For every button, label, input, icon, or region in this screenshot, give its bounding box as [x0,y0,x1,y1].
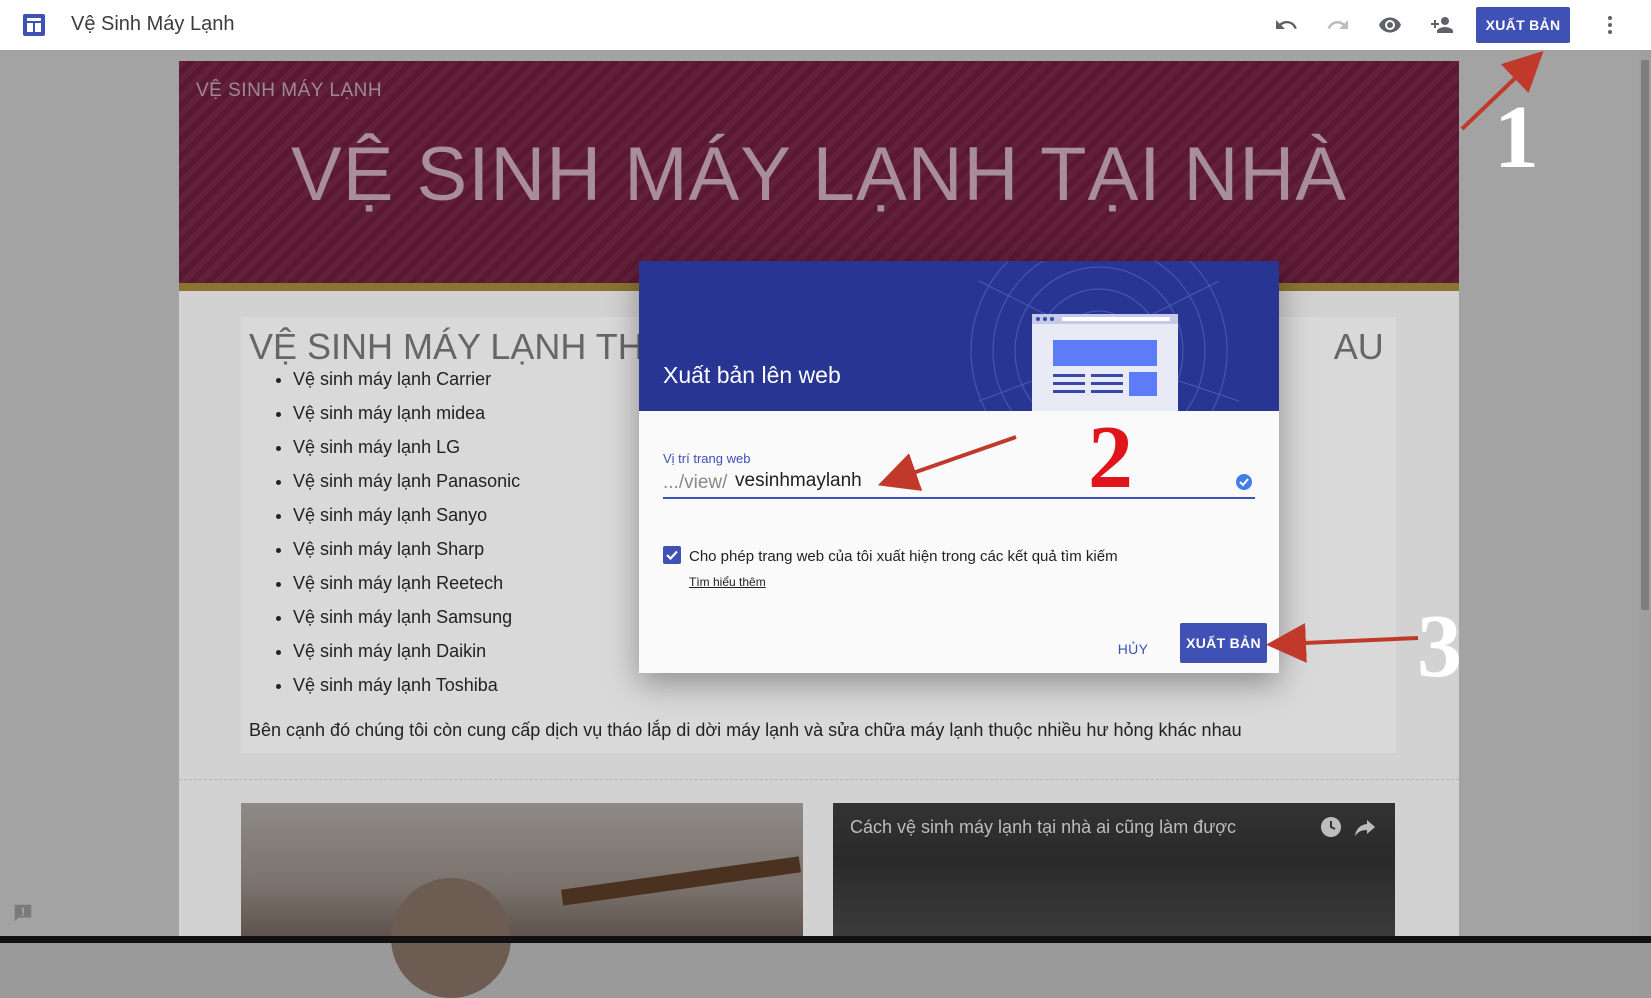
body-paragraph: Bên cạnh đó chúng tôi còn cung cấp dịch … [249,720,1242,740]
web-illustration-icon [970,261,1240,411]
section-divider [179,779,1459,780]
document-title[interactable]: Vệ Sinh Máy Lạnh [71,13,234,36]
scrollbar-thumb[interactable] [1641,60,1649,610]
site-header-banner: VỆ SINH MÁY LẠNH VỆ SINH MÁY LẠNH TẠI NH… [179,61,1459,291]
checkmark-icon [666,550,678,561]
step-3-label: 3 [1417,597,1462,696]
list-item: Vệ sinh máy lạnh Sanyo [293,498,520,532]
search-visibility-label[interactable]: Cho phép trang web của tôi xuất hiện tro… [689,548,1118,565]
search-visibility-checkbox[interactable] [663,546,681,564]
list-item: Vệ sinh máy lạnh Reetech [293,566,520,600]
preview-icon[interactable] [1378,13,1402,37]
step-1-label: 1 [1494,88,1539,187]
site-url-prefix: .../view/ [663,472,728,493]
watch-later-icon[interactable] [1319,815,1343,839]
video-title[interactable]: Cách vệ sinh máy lạnh tại nhà ai cũng là… [850,817,1236,838]
dialog-publish-button[interactable]: XUẤT BẢN [1180,623,1267,663]
list-item: Vệ sinh máy lạnh Daikin [293,634,520,668]
redo-icon[interactable] [1326,13,1350,37]
site-url-input[interactable] [735,470,1215,492]
list-item: Vệ sinh máy lạnh midea [293,396,520,430]
sites-logo-icon[interactable] [22,13,46,37]
learn-more-link[interactable]: Tìm hiểu thêm [689,575,766,589]
video-embed[interactable]: Cách vệ sinh máy lạnh tại nhà ai cũng là… [833,803,1395,943]
dialog-header: Xuất bản lên web [639,261,1279,411]
brand-list: Vệ sinh máy lạnh Carrier Vệ sinh máy lạn… [273,362,520,702]
valid-check-icon [1236,474,1252,490]
share-arrow-icon[interactable] [1353,815,1377,839]
feedback-icon[interactable] [12,902,34,924]
site-url-field[interactable]: .../view/ [663,469,1255,499]
photo-curtain-rod [561,856,801,906]
publish-button[interactable]: XUẤT BẢN [1476,7,1570,43]
list-item: Vệ sinh máy lạnh Samsung [293,600,520,634]
section-title-end: AU [1333,326,1384,367]
undo-icon[interactable] [1274,13,1298,37]
site-name: VỆ SINH MÁY LẠNH [196,80,383,101]
section-title-start: VỆ SINH MÁY LẠNH TH [249,326,644,367]
app-bar: Vệ Sinh Máy Lạnh XUẤT BẢN [0,0,1651,50]
list-item: Vệ sinh máy lạnh Toshiba [293,668,520,702]
dialog-title: Xuất bản lên web [663,362,841,388]
share-add-person-icon[interactable] [1430,13,1454,37]
more-vert-icon[interactable] [1598,13,1622,37]
list-item: Vệ sinh máy lạnh Sharp [293,532,520,566]
cancel-button[interactable]: HỦY [1105,631,1161,667]
site-url-label: Vị trí trang web [663,451,751,466]
step-2-label: 2 [1088,408,1133,507]
list-item: Vệ sinh máy lạnh Carrier [293,362,520,396]
publish-dialog: Xuất bản lên web Vị trí trang web .../vi… [639,261,1279,673]
hero-title: VỆ SINH MÁY LẠNH TẠI NHÀ [291,132,1347,217]
list-item: Vệ sinh máy lạnh LG [293,430,520,464]
page-scrollbar[interactable] [1639,50,1651,943]
image-block[interactable] [241,803,803,998]
taskbar-strip [0,936,1651,943]
list-item: Vệ sinh máy lạnh Panasonic [293,464,520,498]
